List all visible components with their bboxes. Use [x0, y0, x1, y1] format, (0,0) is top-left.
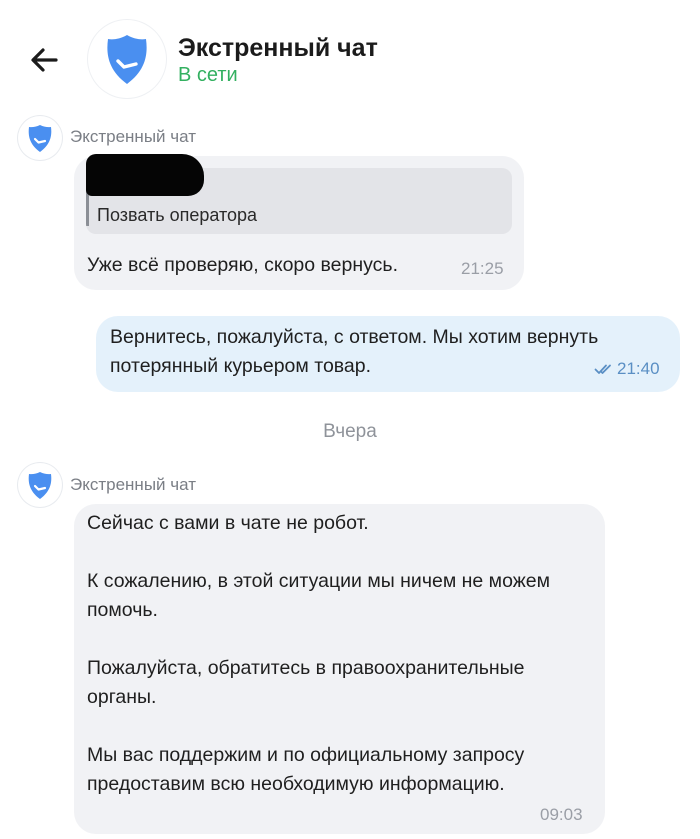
arrow-left-icon [31, 48, 58, 72]
shield-check-icon [28, 125, 52, 152]
sender-avatar[interactable] [18, 116, 62, 160]
shield-check-icon [107, 35, 147, 84]
shield-check-icon [28, 472, 52, 499]
online-status: В сети [178, 64, 238, 86]
chat-title: Экстренный чат [178, 34, 378, 62]
sender-name: Экстренный чат [70, 475, 196, 494]
chat-avatar[interactable] [88, 20, 166, 98]
date-separator: Вчера [323, 421, 377, 442]
sender-name: Экстренный чат [70, 127, 196, 146]
sender-avatar[interactable] [18, 463, 62, 507]
redacted-area [86, 154, 204, 196]
message-text: Уже всё проверяю, скоро вернусь. [87, 254, 398, 276]
double-check-icon [594, 360, 616, 378]
back-button[interactable] [22, 38, 66, 82]
quoted-text: Позвать оператора [97, 205, 258, 225]
message-time: 21:40 [617, 359, 660, 378]
message-time: 09:03 [540, 805, 583, 824]
message-text: Сейчас с вами в чате не робот. К сожален… [87, 512, 551, 795]
message-time: 21:25 [461, 259, 504, 278]
